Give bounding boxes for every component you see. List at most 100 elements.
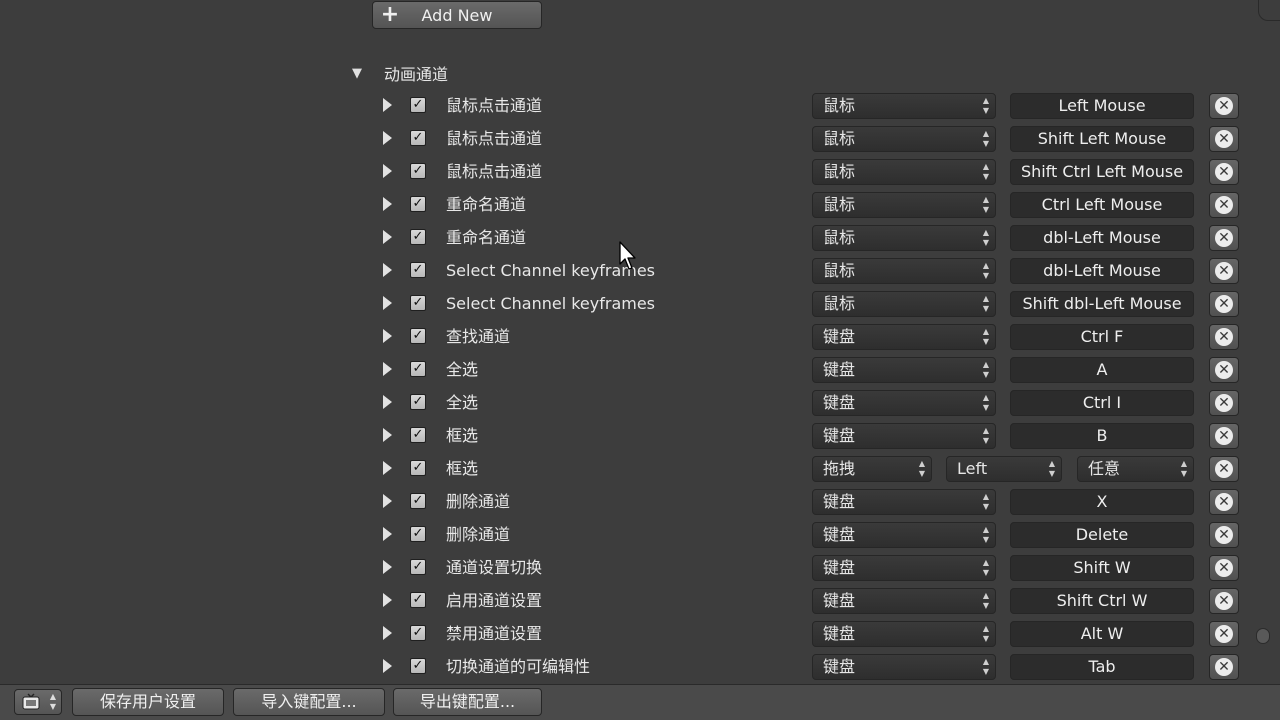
expand-triangle-icon[interactable]: [380, 624, 394, 642]
input-type-select[interactable]: 键盘 ▲ ▼: [812, 324, 996, 350]
import-keyconfig-button[interactable]: 导入键配置...: [233, 688, 385, 716]
active-checkbox[interactable]: ✓: [410, 229, 426, 245]
input-type-select[interactable]: 键盘 ▲ ▼: [812, 522, 996, 548]
expand-triangle-icon[interactable]: [380, 591, 394, 609]
key-binding-field[interactable]: Tab: [1010, 654, 1194, 680]
input-type-select[interactable]: 键盘 ▲ ▼: [812, 423, 996, 449]
expand-triangle-icon[interactable]: [380, 261, 394, 279]
remove-item-button[interactable]: ✕: [1209, 588, 1239, 614]
active-checkbox[interactable]: ✓: [410, 262, 426, 278]
input-type-select[interactable]: 鼠标 ▲ ▼: [812, 225, 996, 251]
input-type-select[interactable]: 键盘 ▲ ▼: [812, 489, 996, 515]
remove-item-button[interactable]: ✕: [1209, 423, 1239, 449]
expand-triangle-icon[interactable]: [380, 162, 394, 180]
remove-item-button[interactable]: ✕: [1209, 93, 1239, 119]
expand-triangle-icon[interactable]: [380, 459, 394, 477]
active-checkbox[interactable]: ✓: [410, 559, 426, 575]
expand-triangle-icon[interactable]: [380, 228, 394, 246]
input-type-select[interactable]: 键盘 ▲ ▼: [812, 588, 996, 614]
expand-triangle-icon[interactable]: [380, 360, 394, 378]
remove-item-button[interactable]: ✕: [1209, 192, 1239, 218]
remove-item-button[interactable]: ✕: [1209, 522, 1239, 548]
input-type-select[interactable]: 鼠标 ▲ ▼: [812, 258, 996, 284]
input-type-select[interactable]: 键盘 ▲ ▼: [812, 654, 996, 680]
scrollbar[interactable]: [1256, 20, 1270, 680]
input-type-select[interactable]: 键盘 ▲ ▼: [812, 357, 996, 383]
input-type-select[interactable]: 键盘 ▲ ▼: [812, 555, 996, 581]
expand-triangle-icon[interactable]: [380, 558, 394, 576]
remove-item-button[interactable]: ✕: [1209, 324, 1239, 350]
active-checkbox[interactable]: ✓: [410, 658, 426, 674]
key-binding-field[interactable]: Shift Ctrl W: [1010, 588, 1194, 614]
input-type-select[interactable]: 鼠标 ▲ ▼: [812, 93, 996, 119]
scrollbar-thumb[interactable]: [1256, 628, 1270, 644]
key-binding-field[interactable]: Delete: [1010, 522, 1194, 548]
key-binding-field[interactable]: Ctrl I: [1010, 390, 1194, 416]
remove-item-button[interactable]: ✕: [1209, 390, 1239, 416]
expand-triangle-icon[interactable]: [380, 327, 394, 345]
active-checkbox[interactable]: ✓: [410, 493, 426, 509]
expand-triangle-icon[interactable]: [380, 129, 394, 147]
active-checkbox[interactable]: ✓: [410, 130, 426, 146]
expand-triangle-icon[interactable]: [380, 492, 394, 510]
region-corner[interactable]: [1258, 0, 1280, 21]
active-checkbox[interactable]: ✓: [410, 97, 426, 113]
active-checkbox[interactable]: ✓: [410, 625, 426, 641]
key-binding-field[interactable]: A: [1010, 357, 1194, 383]
active-checkbox[interactable]: ✓: [410, 163, 426, 179]
active-checkbox[interactable]: ✓: [410, 526, 426, 542]
key-binding-field[interactable]: Ctrl F: [1010, 324, 1194, 350]
add-new-button[interactable]: + Add New: [372, 1, 542, 29]
expand-triangle-icon[interactable]: [380, 657, 394, 675]
active-checkbox[interactable]: ✓: [410, 394, 426, 410]
key-binding-field[interactable]: B: [1010, 423, 1194, 449]
remove-item-button[interactable]: ✕: [1209, 489, 1239, 515]
active-checkbox[interactable]: ✓: [410, 361, 426, 377]
editor-type-selector[interactable]: ▲ ▼: [14, 689, 62, 715]
export-keyconfig-button[interactable]: 导出键配置...: [393, 688, 542, 716]
expand-triangle-icon[interactable]: [380, 195, 394, 213]
active-checkbox[interactable]: ✓: [410, 592, 426, 608]
mouse-button-select[interactable]: Left ▲ ▼: [946, 456, 1062, 482]
save-user-settings-button[interactable]: 保存用户设置: [72, 688, 224, 716]
section-header[interactable]: ▼ 动画通道: [346, 60, 448, 86]
remove-item-button[interactable]: ✕: [1209, 555, 1239, 581]
active-checkbox[interactable]: ✓: [410, 196, 426, 212]
remove-item-button[interactable]: ✕: [1209, 225, 1239, 251]
expand-triangle-icon[interactable]: [380, 426, 394, 444]
remove-item-button[interactable]: ✕: [1209, 654, 1239, 680]
key-binding-field[interactable]: Shift W: [1010, 555, 1194, 581]
active-checkbox[interactable]: ✓: [410, 328, 426, 344]
collapse-triangle-icon[interactable]: ▼: [346, 66, 368, 81]
remove-item-button[interactable]: ✕: [1209, 456, 1239, 482]
input-type-select[interactable]: 鼠标 ▲ ▼: [812, 291, 996, 317]
key-binding-field[interactable]: Shift Left Mouse: [1010, 126, 1194, 152]
input-type-select[interactable]: 鼠标 ▲ ▼: [812, 159, 996, 185]
remove-item-button[interactable]: ✕: [1209, 291, 1239, 317]
expand-triangle-icon[interactable]: [380, 294, 394, 312]
key-binding-field[interactable]: Ctrl Left Mouse: [1010, 192, 1194, 218]
active-checkbox[interactable]: ✓: [410, 427, 426, 443]
expand-triangle-icon[interactable]: [380, 525, 394, 543]
key-binding-field[interactable]: X: [1010, 489, 1194, 515]
modifier-select[interactable]: 任意 ▲ ▼: [1077, 456, 1194, 482]
key-binding-field[interactable]: Alt W: [1010, 621, 1194, 647]
key-binding-field[interactable]: dbl-Left Mouse: [1010, 258, 1194, 284]
expand-triangle-icon[interactable]: [380, 393, 394, 411]
expand-triangle-icon[interactable]: [380, 96, 394, 114]
remove-item-button[interactable]: ✕: [1209, 258, 1239, 284]
remove-item-button[interactable]: ✕: [1209, 159, 1239, 185]
input-type-select[interactable]: 鼠标 ▲ ▼: [812, 126, 996, 152]
key-binding-field[interactable]: Shift Ctrl Left Mouse: [1010, 159, 1194, 185]
remove-item-button[interactable]: ✕: [1209, 126, 1239, 152]
input-type-select[interactable]: 键盘 ▲ ▼: [812, 621, 996, 647]
input-type-select[interactable]: 键盘 ▲ ▼: [812, 390, 996, 416]
remove-item-button[interactable]: ✕: [1209, 621, 1239, 647]
remove-item-button[interactable]: ✕: [1209, 357, 1239, 383]
key-binding-field[interactable]: dbl-Left Mouse: [1010, 225, 1194, 251]
active-checkbox[interactable]: ✓: [410, 295, 426, 311]
active-checkbox[interactable]: ✓: [410, 460, 426, 476]
input-type-select[interactable]: 鼠标 ▲ ▼: [812, 192, 996, 218]
key-binding-field[interactable]: Left Mouse: [1010, 93, 1194, 119]
key-binding-field[interactable]: Shift dbl-Left Mouse: [1010, 291, 1194, 317]
